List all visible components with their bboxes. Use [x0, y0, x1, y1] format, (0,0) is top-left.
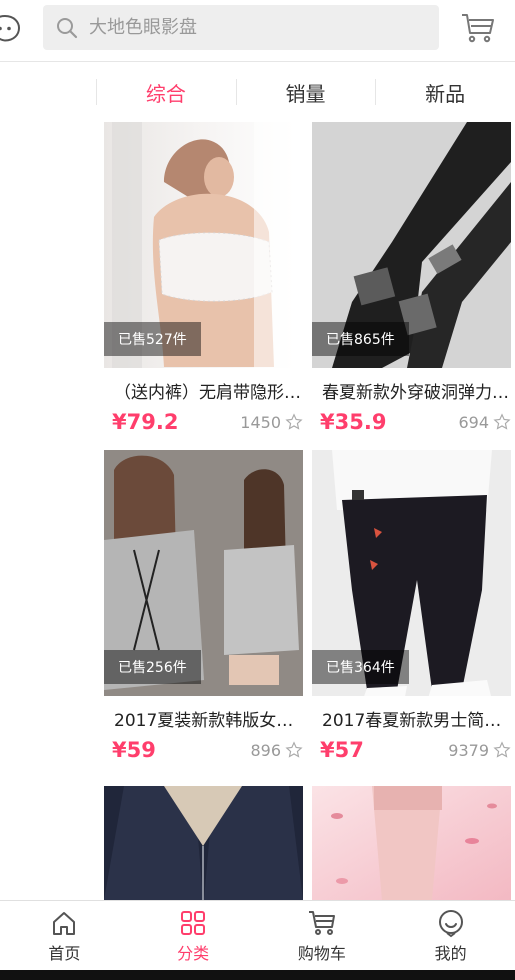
product-card[interactable]: 已售527件 （送内裤）无肩带隐形文胸聚拢防滑 ¥79.2 1450: [104, 122, 303, 437]
product-title[interactable]: 2017春夏新款男士简约休闲裤: [312, 706, 511, 731]
product-price: ¥79.2: [112, 410, 179, 434]
cart-icon: [462, 14, 494, 43]
top-header: [0, 0, 515, 62]
sold-badge: 已售527件: [104, 322, 201, 356]
product-card[interactable]: [312, 786, 511, 900]
product-meta: ¥57 9379: [312, 735, 511, 765]
bottom-nav: 首页 分类 购物车 我的: [0, 900, 515, 970]
star-icon: [493, 413, 511, 430]
product-image[interactable]: [312, 786, 511, 900]
product-meta: ¥35.9 694: [312, 407, 511, 437]
sold-badge: 已售364件: [312, 650, 409, 684]
favorite-button[interactable]: 1450: [240, 413, 303, 432]
favorite-count: 694: [458, 412, 489, 432]
tab-comprehensive[interactable]: 综合: [96, 63, 236, 121]
favorite-count: 1450: [240, 412, 281, 432]
sold-badge: 已售256件: [104, 650, 201, 684]
favorite-button[interactable]: 896: [250, 741, 303, 760]
search-bar[interactable]: [43, 5, 439, 50]
nav-item-home[interactable]: 首页: [0, 901, 129, 970]
home-icon: [53, 911, 76, 935]
product-image[interactable]: 已售865件: [312, 122, 511, 368]
profile-icon: [438, 909, 463, 937]
product-price: ¥57: [320, 738, 364, 762]
product-image[interactable]: 已售527件: [104, 122, 303, 368]
sold-badge: 已售865件: [312, 322, 409, 356]
star-icon: [285, 413, 303, 430]
search-input[interactable]: [89, 17, 409, 38]
nav-label: 分类: [177, 943, 210, 963]
nav-item-profile[interactable]: 我的: [386, 901, 515, 970]
product-title[interactable]: 春夏新款外穿破洞弹力打底裤: [312, 378, 511, 403]
nav-item-cart[interactable]: 购物车: [258, 901, 387, 970]
tab-sales[interactable]: 销量: [235, 63, 376, 121]
chat-icon: [0, 14, 21, 42]
product-price: ¥59: [112, 738, 156, 762]
product-image[interactable]: [104, 786, 303, 900]
product-card[interactable]: 已售364件 2017春夏新款男士简约休闲裤 ¥57 9379: [312, 450, 511, 765]
sort-bar: 综合 销量 新品: [96, 63, 515, 121]
product-price: ¥35.9: [320, 410, 387, 434]
product-title[interactable]: 2017夏装新款韩版女装宽松T恤: [104, 706, 303, 731]
category-sidebar: [0, 63, 96, 900]
product-image[interactable]: 已售364件: [312, 450, 511, 696]
favorite-button[interactable]: 9379: [448, 741, 511, 760]
product-image[interactable]: 已售256件: [104, 450, 303, 696]
cart-icon: [308, 910, 335, 935]
product-meta: ¥79.2 1450: [104, 407, 303, 437]
star-icon: [493, 741, 511, 758]
tab-new[interactable]: 新品: [375, 63, 515, 121]
product-card[interactable]: [104, 786, 303, 900]
nav-label: 我的: [434, 943, 467, 963]
favorite-button[interactable]: 694: [458, 413, 511, 432]
product-card[interactable]: 已售256件 2017夏装新款韩版女装宽松T恤 ¥59 896: [104, 450, 303, 765]
message-button[interactable]: [0, 10, 24, 48]
favorite-count: 9379: [448, 740, 489, 760]
nav-label: 购物车: [297, 943, 346, 963]
system-bar: [0, 970, 515, 980]
star-icon: [285, 741, 303, 758]
nav-label: 首页: [48, 943, 81, 963]
cart-button[interactable]: [458, 10, 498, 46]
product-card[interactable]: 已售865件 春夏新款外穿破洞弹力打底裤 ¥35.9 694: [312, 122, 511, 437]
category-icon: [181, 910, 206, 935]
search-icon: [53, 14, 81, 42]
nav-item-category[interactable]: 分类: [129, 901, 258, 970]
favorite-count: 896: [250, 740, 281, 760]
product-meta: ¥59 896: [104, 735, 303, 765]
product-title[interactable]: （送内裤）无肩带隐形文胸聚拢防滑: [104, 378, 303, 403]
